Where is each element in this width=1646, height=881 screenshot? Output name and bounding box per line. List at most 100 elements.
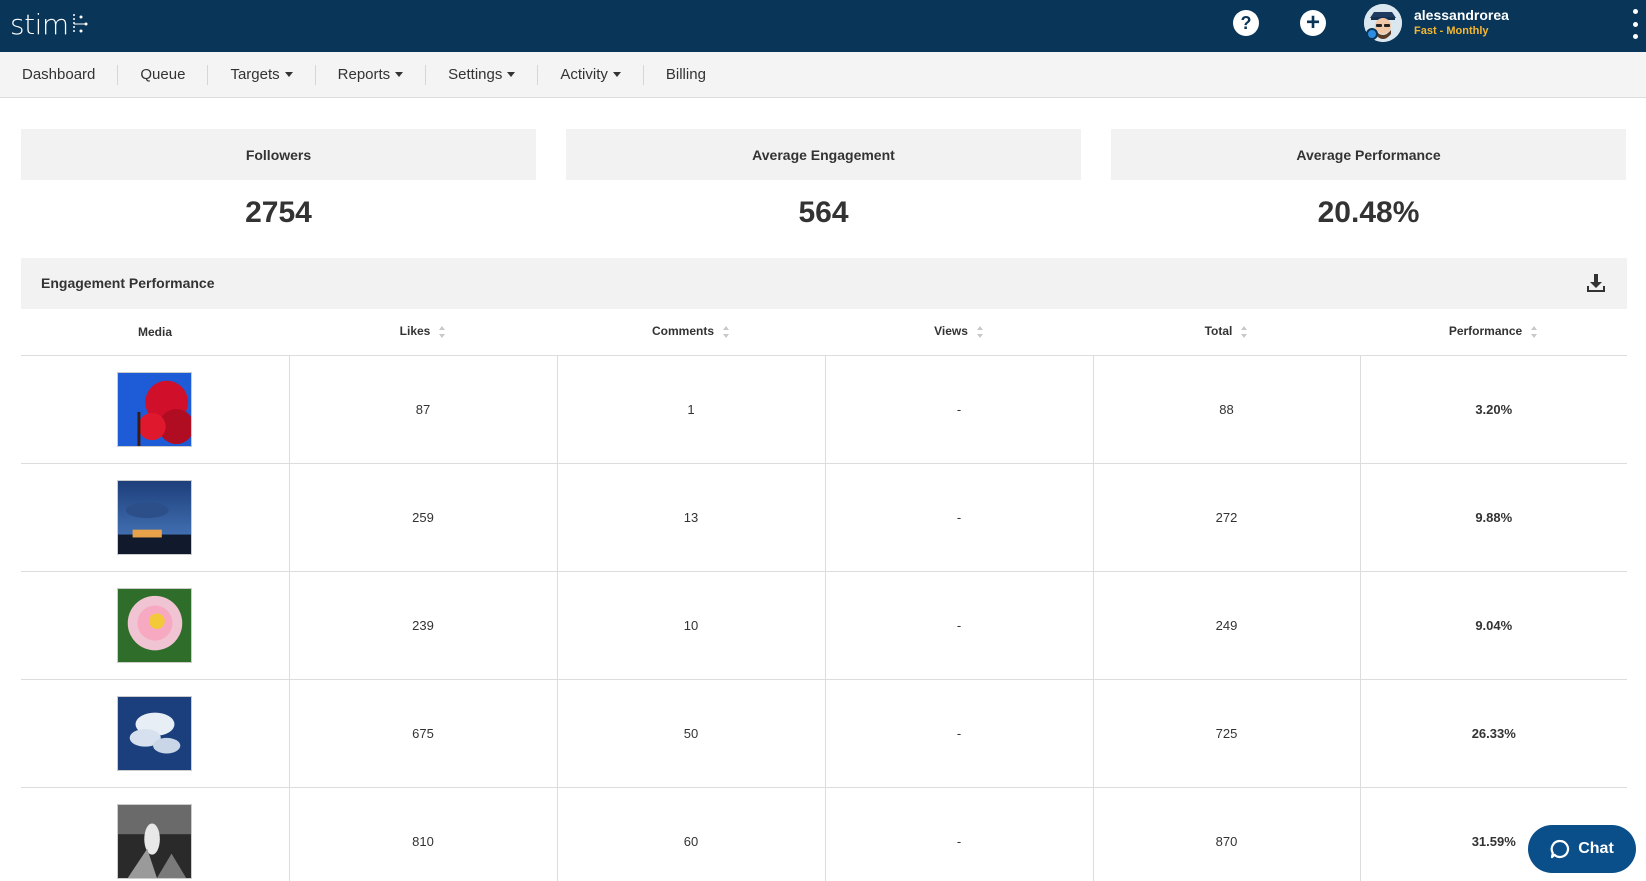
nav-label: Settings (448, 66, 503, 83)
likes-cell: 810 (289, 787, 558, 881)
comments-cell: 1 (557, 355, 826, 464)
media-cell (21, 679, 290, 788)
column-label: Comments (651, 324, 714, 339)
nav-item-targets[interactable]: Targets (208, 64, 316, 85)
views-cell: - (825, 463, 1094, 572)
comments-cell: 10 (557, 571, 826, 680)
kebab-icon[interactable] (1632, 9, 1638, 39)
media-thumbnail-pink-flower[interactable] (117, 587, 193, 663)
engagement-table: Media Likes Comments Views Total Perform… (21, 309, 1627, 881)
stat-label: Average Performance (1111, 129, 1626, 180)
column-label: Views (934, 324, 968, 339)
performance-cell: 3.20% (1360, 355, 1627, 464)
logo-mark-icon (72, 14, 88, 34)
caret-down-icon (612, 72, 621, 77)
stat-value: 2754 (245, 196, 312, 229)
add-icon[interactable]: + (1300, 10, 1326, 36)
column-header-likes[interactable]: Likes (289, 309, 557, 356)
column-header-views[interactable]: Views (825, 309, 1093, 356)
chat-label: Chat (1578, 840, 1614, 857)
column-header-total[interactable]: Total (1093, 309, 1360, 356)
performance-cell: 9.04% (1360, 571, 1627, 680)
media-thumbnail-night-sky[interactable] (117, 479, 193, 555)
logo-text: stim (10, 7, 69, 41)
performance-cell: 9.88% (1360, 463, 1627, 572)
stat-label: Average Engagement (566, 129, 1081, 180)
views-cell: - (825, 787, 1094, 881)
nav-item-dashboard[interactable]: Dashboard (0, 64, 119, 85)
total-cell: 272 (1093, 463, 1361, 572)
nav-item-activity[interactable]: Activity (538, 64, 644, 85)
column-header-performance[interactable]: Performance (1360, 309, 1627, 356)
nav-item-billing[interactable]: Billing (644, 65, 728, 85)
table-row: 239 10 - 249 9.04% (21, 571, 1627, 680)
sort-icon[interactable] (1240, 325, 1248, 339)
nav-item-queue[interactable]: Queue (118, 64, 209, 85)
stat-card-followers: Followers 2754 (21, 129, 536, 230)
user-plan: Fast - Monthly (1414, 25, 1489, 37)
media-cell (21, 355, 290, 464)
media-thumbnail-clouds[interactable] (117, 695, 193, 771)
total-cell: 725 (1093, 679, 1361, 788)
user-name[interactable]: alessandrorea (1414, 7, 1509, 23)
comments-cell: 50 (557, 679, 826, 788)
table-row: 810 60 - 870 31.59% (21, 787, 1627, 881)
download-icon[interactable] (1585, 272, 1607, 294)
caret-down-icon (284, 72, 293, 77)
column-label: Total (1204, 324, 1233, 339)
top-bar: stim ? + alessandrorea Fast - Monthly (0, 0, 1646, 52)
table-header-row: Media Likes Comments Views Total Perform… (21, 309, 1627, 356)
media-thumbnail-red-tree[interactable] (117, 371, 193, 447)
performance-cell: 26.33% (1360, 679, 1627, 788)
sort-icon[interactable] (1530, 325, 1538, 339)
likes-cell: 675 (289, 679, 558, 788)
column-header-comments[interactable]: Comments (557, 309, 825, 356)
media-thumbnail-bw-plant[interactable] (117, 803, 193, 879)
media-cell (21, 463, 290, 572)
panel-title: Engagement Performance (41, 275, 215, 291)
likes-cell: 239 (289, 571, 558, 680)
nav-item-reports[interactable]: Reports (316, 64, 427, 85)
total-cell: 88 (1093, 355, 1361, 464)
sort-icon[interactable] (438, 325, 446, 339)
stat-value: 564 (798, 196, 849, 229)
engagement-panel-header: Engagement Performance (21, 258, 1627, 309)
caret-down-icon (507, 72, 516, 77)
stat-value: 20.48% (1317, 196, 1420, 229)
stat-card-average-performance: Average Performance 20.48% (1111, 129, 1626, 230)
media-cell (21, 571, 290, 680)
chat-button[interactable]: Chat (1528, 825, 1636, 873)
sort-icon[interactable] (722, 325, 730, 339)
total-cell: 249 (1093, 571, 1361, 680)
likes-cell: 87 (289, 355, 558, 464)
nav-label: Billing (665, 66, 706, 83)
chat-bubble-icon (1550, 839, 1570, 859)
views-cell: - (825, 355, 1094, 464)
nav-label: Activity (560, 66, 608, 83)
stim-logo[interactable]: stim (10, 4, 91, 44)
comments-cell: 13 (557, 463, 826, 572)
table-row: 259 13 - 272 9.88% (21, 463, 1627, 572)
main-nav: Dashboard Queue Targets Reports Settings… (0, 52, 1646, 98)
column-label: Performance (1448, 324, 1523, 339)
sort-icon[interactable] (976, 325, 984, 339)
media-cell (21, 787, 290, 881)
nav-label: Reports (337, 66, 391, 83)
column-header-media: Media (21, 309, 289, 356)
column-label: Media (137, 324, 172, 339)
table-row: 87 1 - 88 3.20% (21, 355, 1627, 464)
help-icon[interactable]: ? (1233, 10, 1259, 36)
column-label: Likes (399, 324, 431, 339)
avatar-status-indicator (1366, 28, 1378, 40)
stat-label: Followers (21, 129, 536, 180)
comments-cell: 60 (557, 787, 826, 881)
stat-card-average-engagement: Average Engagement 564 (566, 129, 1081, 230)
nav-label: Targets (230, 66, 280, 83)
nav-item-settings[interactable]: Settings (426, 64, 539, 85)
total-cell: 870 (1093, 787, 1361, 881)
likes-cell: 259 (289, 463, 558, 572)
nav-label: Dashboard (22, 66, 96, 83)
caret-down-icon (395, 72, 404, 77)
views-cell: - (825, 571, 1094, 680)
table-row: 675 50 - 725 26.33% (21, 679, 1627, 788)
